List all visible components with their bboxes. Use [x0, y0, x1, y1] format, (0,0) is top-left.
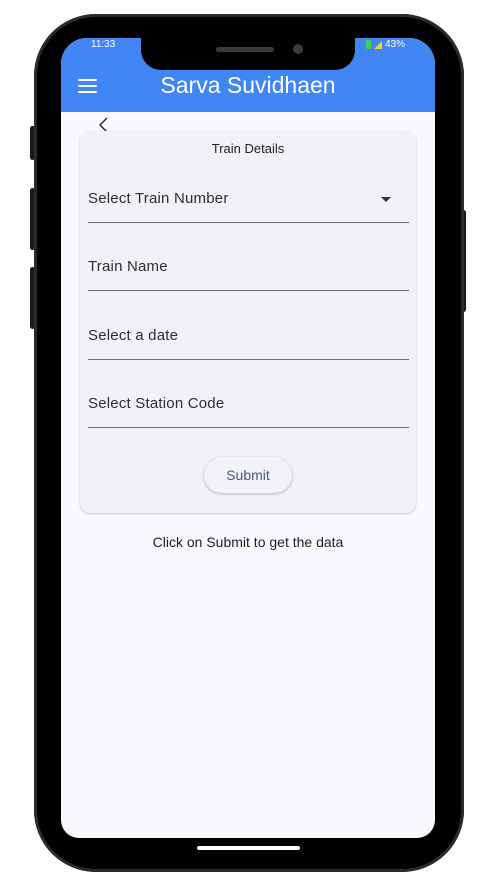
battery-percent: 43% [384, 39, 405, 50]
train-number-dropdown[interactable]: Select Train Number [88, 182, 409, 223]
dropdown-arrow-icon [381, 197, 391, 202]
status-time: 11:33 [91, 39, 116, 50]
phone-notch [141, 38, 355, 70]
train-name-field[interactable]: Train Name [88, 250, 409, 291]
signal-icon [373, 40, 382, 49]
home-indicator[interactable] [197, 846, 300, 850]
submit-button[interactable]: Submit [204, 457, 292, 493]
date-label: Select a date [88, 327, 179, 344]
hint-text: Click on Submit to get the data [152, 534, 344, 550]
train-name-label: Train Name [88, 258, 168, 275]
speaker-grille [216, 47, 274, 52]
station-code-field[interactable]: Select Station Code [88, 387, 409, 428]
card-title: Train Details [211, 141, 285, 156]
train-number-label: Select Train Number [88, 190, 229, 207]
battery-icon [365, 40, 371, 49]
front-camera [293, 44, 303, 54]
train-details-card: Train Details Select Train Number Train … [80, 131, 416, 513]
status-indicators: 43% [365, 39, 405, 50]
app-title: Sarva Suvidhaen [160, 72, 336, 98]
phone-screen: 11:33 43% Sarva Suvidhaen Train Details … [61, 38, 435, 838]
date-field[interactable]: Select a date [88, 319, 409, 360]
station-code-label: Select Station Code [88, 395, 225, 412]
